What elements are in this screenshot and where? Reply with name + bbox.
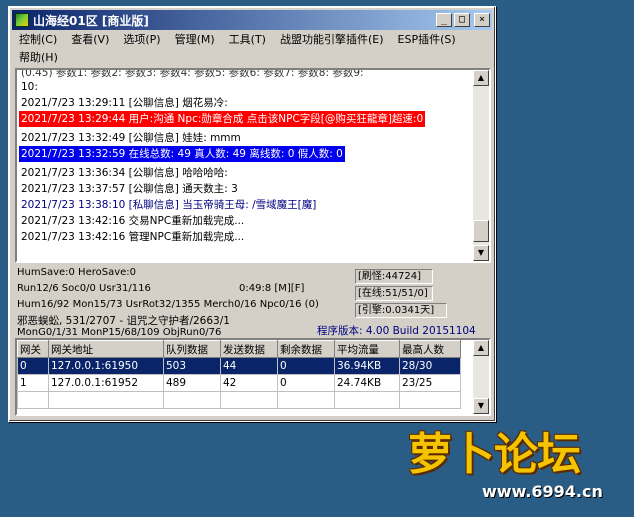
- cell: 23/25: [399, 374, 461, 392]
- log-line: 2021/7/23 13:37:57 [公聊信息] 通天数主: 3: [19, 181, 471, 197]
- cell: 42: [220, 374, 278, 392]
- col-remaining[interactable]: 剩余数据: [277, 340, 335, 358]
- cell: 503: [163, 357, 221, 375]
- log-line-partial: (0.45) 参数1: 参数2: 参数3: 参数4: 参数5: 参数6: 参数7…: [21, 70, 364, 79]
- app-icon: [15, 13, 29, 27]
- table-row-empty: [17, 391, 461, 409]
- gateway-table[interactable]: 网关 网关地址 队列数据 发送数据 剩余数据 平均流量 最高人数 0 127.0…: [15, 338, 491, 416]
- cell: 36.94KB: [334, 357, 400, 375]
- version-label: 程序版本: 4.00 Build 20151104: [317, 325, 476, 337]
- menu-options[interactable]: 选项(P): [116, 31, 167, 49]
- scroll-up-arrow-icon[interactable]: ▲: [473, 340, 489, 356]
- watermark-logo: 萝卜论坛 www.6994.cn: [398, 418, 630, 514]
- log-line: 2021/7/23 13:42:16 管理NPC重新加载完成...: [19, 229, 471, 245]
- log-line-private: 2021/7/23 13:38:10 [私聊信息] 当玉帝骑王母: /雪域魔王[…: [21, 199, 317, 211]
- log-lines: (0.45) 参数1: 参数2: 参数3: 参数4: 参数5: 参数6: 参数7…: [19, 70, 471, 245]
- cell: 0: [277, 374, 335, 392]
- title-bar[interactable]: 山海经01区 [商业版] _ □ ×: [12, 10, 492, 30]
- menu-help[interactable]: 帮助(H): [12, 49, 65, 67]
- col-gateway[interactable]: 网关: [17, 340, 49, 358]
- cell: 0: [277, 357, 335, 375]
- log-line: 10:: [19, 79, 471, 95]
- log-panel[interactable]: (0.45) 参数1: 参数2: 参数3: 参数4: 参数5: 参数6: 参数7…: [15, 68, 491, 263]
- refresh-count: [刷怪:44724]: [355, 269, 433, 284]
- cell: 0: [17, 357, 49, 375]
- log-line-text: 2021/7/23 13:29:11 [公聊信息] 烟花易冷:: [21, 97, 228, 109]
- log-line: 2021/7/23 13:36:34 [公聊信息] 哈哈哈哈:: [19, 165, 471, 181]
- cell: 24.74KB: [334, 374, 400, 392]
- table-scrollbar[interactable]: ▲ ▼: [473, 340, 489, 414]
- log-line-text: 2021/7/23 13:42:16 管理NPC重新加载完成...: [21, 231, 245, 243]
- online-count: [在线:51/51/0]: [355, 286, 433, 301]
- menu-engine-plugin[interactable]: 战盟功能引擎插件(E): [273, 31, 391, 49]
- log-scroll-thumb[interactable]: [473, 220, 489, 242]
- cell: 28/30: [399, 357, 461, 375]
- log-line: 2021/7/23 13:38:10 [私聊信息] 当玉帝骑王母: /雪域魔王[…: [19, 197, 471, 213]
- window-controls: _ □ ×: [436, 13, 490, 27]
- menu-tools[interactable]: 工具(T): [222, 31, 273, 49]
- window-title: 山海经01区 [商业版]: [33, 13, 149, 28]
- menu-control[interactable]: 控制(C): [12, 31, 64, 49]
- log-line: 2021/7/23 13:29:11 [公聊信息] 烟花易冷:: [19, 95, 471, 111]
- col-avg-traffic[interactable]: 平均流量: [334, 340, 400, 358]
- cell: 127.0.0.1:61952: [48, 374, 164, 392]
- cell: 127.0.0.1:61950: [48, 357, 164, 375]
- status-monster: 邪恶蜈蚣, 531/2707 - 诅咒之守护者/2663/1: [17, 315, 230, 327]
- log-line: 2021/7/23 13:32:59 在线总数: 49 真人数: 49 离线数:…: [19, 146, 471, 165]
- cell: 1: [17, 374, 49, 392]
- col-queue[interactable]: 队列数据: [163, 340, 221, 358]
- table-header-row: 网关 网关地址 队列数据 发送数据 剩余数据 平均流量 最高人数: [17, 340, 461, 358]
- scroll-down-arrow-icon[interactable]: ▼: [473, 245, 489, 261]
- main-window: 山海经01区 [商业版] _ □ × 控制(C) 查看(V) 选项(P) 管理(…: [8, 6, 496, 422]
- log-line: 2021/7/23 13:32:49 [公聊信息] 娃娃: mmm: [19, 130, 471, 146]
- scroll-up-arrow-icon[interactable]: ▲: [473, 70, 489, 86]
- log-line-highlight-red: 2021/7/23 13:29:44 用户:沟通 Npc:勋章合成 点击该NPC…: [19, 111, 426, 127]
- minimize-button[interactable]: _: [436, 13, 452, 27]
- log-line: 2021/7/23 13:42:16 交易NPC重新加载完成...: [19, 213, 471, 229]
- status-hum: Hum16/92 Mon15/73 UsrRot32/1355 Merch0/1…: [17, 299, 319, 310]
- status-run: Run12/6 Soc0/0 Usr31/116: [17, 283, 151, 294]
- log-scrollbar[interactable]: ▲ ▼: [473, 70, 489, 261]
- watermark-url: www.6994.cn: [482, 482, 603, 501]
- log-line-highlight-blue: 2021/7/23 13:32:59 在线总数: 49 真人数: 49 离线数:…: [19, 146, 345, 162]
- log-line-text: 2021/7/23 13:36:34 [公聊信息] 哈哈哈哈:: [21, 167, 228, 179]
- status-hum-save: HumSave:0 HeroSave:0: [17, 267, 137, 278]
- col-address[interactable]: 网关地址: [48, 340, 164, 358]
- log-line-text: 10:: [21, 81, 38, 93]
- maximize-button[interactable]: □: [454, 13, 470, 27]
- cell: 489: [163, 374, 221, 392]
- log-line: 2021/7/23 13:29:44 用户:沟通 Npc:勋章合成 点击该NPC…: [19, 111, 471, 130]
- menu-manage[interactable]: 管理(M): [168, 31, 222, 49]
- col-max-users[interactable]: 最高人数: [399, 340, 461, 358]
- engine-uptime: [引擎:0.0341天]: [355, 303, 447, 318]
- log-line-text: 2021/7/23 13:37:57 [公聊信息] 通天数主: 3: [21, 183, 238, 195]
- table-row[interactable]: 1 127.0.0.1:61952 489 42 0 24.74KB 23/25: [17, 374, 461, 392]
- table-row[interactable]: 0 127.0.0.1:61950 503 44 0 36.94KB 28/30: [17, 357, 461, 375]
- status-time: 0:49:8 [M][F]: [239, 283, 305, 294]
- scroll-down-arrow-icon[interactable]: ▼: [473, 398, 489, 414]
- close-button[interactable]: ×: [474, 13, 490, 27]
- cell: 44: [220, 357, 278, 375]
- menu-esp-plugin[interactable]: ESP插件(S): [391, 31, 463, 49]
- watermark-text: 萝卜论坛: [408, 429, 581, 480]
- log-line-text: 2021/7/23 13:32:49 [公聊信息] 娃娃: mmm: [21, 132, 241, 144]
- col-sent[interactable]: 发送数据: [220, 340, 278, 358]
- menu-view[interactable]: 查看(V): [64, 31, 116, 49]
- menu-bar: 控制(C) 查看(V) 选项(P) 管理(M) 工具(T) 战盟功能引擎插件(E…: [12, 31, 492, 67]
- log-line-text: 2021/7/23 13:42:16 交易NPC重新加载完成...: [21, 215, 245, 227]
- status-mon: MonG0/1/31 MonP15/68/109 ObjRun0/76: [17, 327, 222, 338]
- status-panel: HumSave:0 HeroSave:0 Run12/6 Soc0/0 Usr3…: [15, 265, 491, 338]
